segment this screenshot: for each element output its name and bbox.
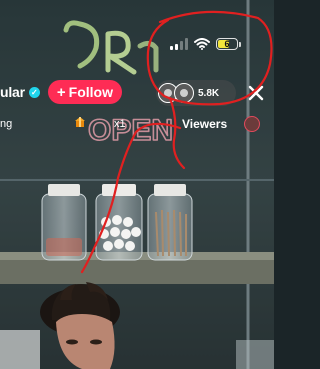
gift-icon[interactable] (72, 114, 88, 130)
follow-label: Follow (68, 84, 113, 100)
status-bar: 6 (170, 38, 241, 50)
viewer-count: 5.8K (198, 87, 220, 99)
host-info[interactable]: ular ✓ + Follow (0, 80, 122, 104)
plus-icon: + (56, 83, 66, 101)
viewer-count-pill[interactable]: 5.8K (156, 80, 236, 106)
battery-icon: 6 (216, 38, 241, 50)
ranking-label[interactable]: ng (0, 118, 12, 130)
svg-text:OPEN: OPEN (88, 114, 173, 147)
viewers-button[interactable]: Viewers (182, 117, 227, 131)
stream-background: OPEN (0, 0, 274, 369)
signal-icon (170, 38, 188, 50)
multiplier-label: x1 (114, 118, 126, 130)
verified-badge-icon: ✓ (28, 86, 40, 98)
close-icon[interactable] (244, 81, 268, 105)
wifi-icon (194, 38, 210, 50)
battery-level: 6 (224, 39, 230, 49)
top-viewer-avatar[interactable] (244, 116, 260, 132)
live-stream-screen: OPEN 6 ular ✓ + Follow 5.8K ng x1 Viewer… (0, 0, 274, 369)
host-name[interactable]: ular (0, 84, 25, 100)
follow-button[interactable]: + Follow (47, 80, 122, 104)
viewer-avatar (174, 83, 194, 103)
